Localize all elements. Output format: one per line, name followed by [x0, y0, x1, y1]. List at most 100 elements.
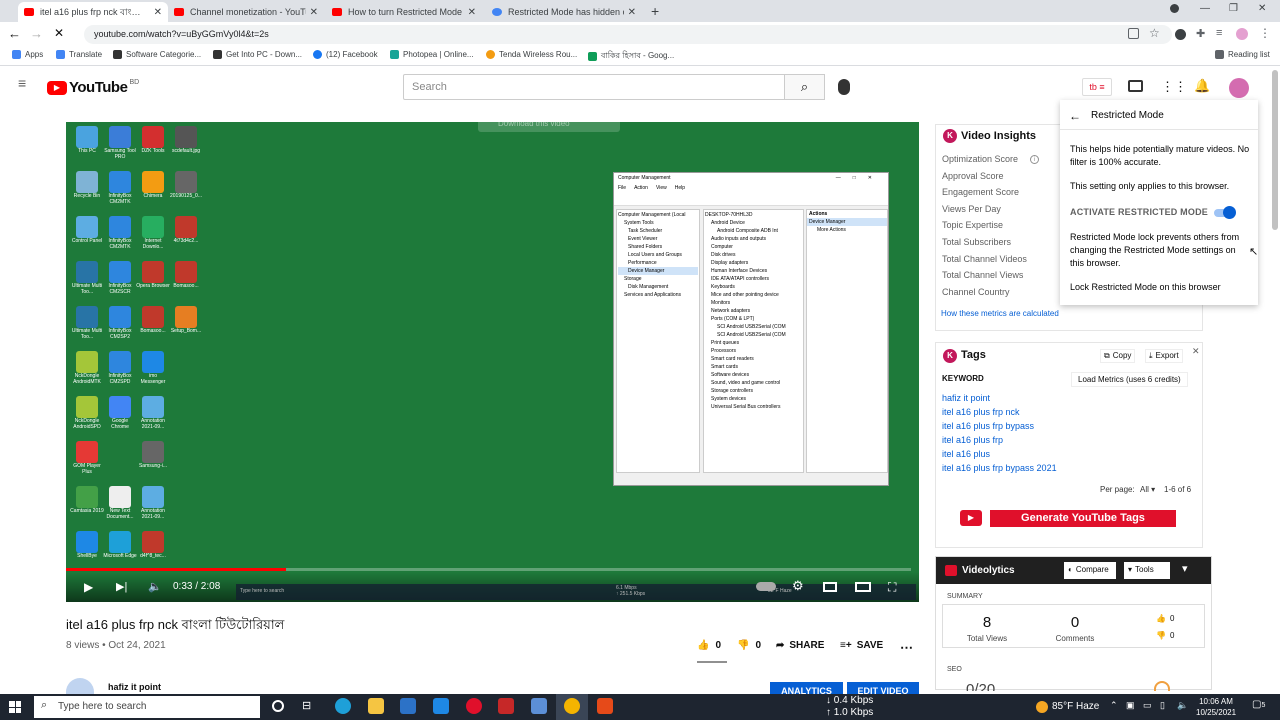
taskbar-search-box[interactable]: ⌕ Type here to search	[34, 696, 260, 718]
dislike-button[interactable]: 👎 0	[737, 640, 761, 651]
tag-item[interactable]: itel a16 plus	[942, 449, 1057, 463]
extensions-puzzle-icon[interactable]: ✚	[1196, 27, 1205, 40]
stop-icon[interactable]: ✕	[54, 26, 64, 40]
export-button[interactable]: ⤓ Export	[1145, 349, 1183, 363]
close-window-icon[interactable]: ✕	[1258, 3, 1266, 14]
edge-icon[interactable]	[335, 698, 351, 714]
restricted-mode-toggle[interactable]	[1214, 206, 1236, 219]
tag-item[interactable]: itel a16 plus frp bypass	[942, 421, 1057, 435]
compare-button[interactable]: ◐ Compare	[1064, 562, 1116, 579]
edit-video-button[interactable]: EDIT VIDEO	[847, 682, 919, 694]
apps-grid-icon[interactable]: ⋮⋮	[1161, 79, 1187, 95]
settings-gear-icon[interactable]: ⚙	[792, 578, 804, 594]
restore-icon[interactable]: ❐	[1229, 3, 1238, 14]
close-tab-icon[interactable]: ✕	[150, 7, 162, 18]
tag-item[interactable]: itel a16 plus frp bypass 2021	[942, 463, 1057, 477]
weather-text[interactable]: 85°F Haze	[1052, 701, 1099, 712]
generate-tags-button[interactable]: Generate YouTube Tags	[990, 510, 1176, 527]
close-tab-icon[interactable]: ✕	[624, 7, 636, 18]
notification-center-button[interactable]: ▢5	[1252, 699, 1265, 710]
show-hidden-icons[interactable]: ⌃	[1110, 700, 1118, 711]
tab-restricted-howto[interactable]: How to turn Restricted Mode on ✕	[326, 2, 482, 22]
bookmark-apps[interactable]: Apps	[12, 50, 43, 59]
clock[interactable]: 10:06 AM 10/25/2021	[1196, 696, 1236, 718]
tab-monetization[interactable]: Channel monetization - YouTube ✕	[168, 2, 324, 22]
profile-avatar[interactable]	[1236, 28, 1248, 40]
windows-start-icon[interactable]	[9, 701, 21, 713]
address-bar[interactable]: youtube.com/watch?v=uByGGmVy0l4&t=2s	[84, 25, 1172, 44]
close-tab-icon[interactable]: ✕	[306, 7, 318, 18]
lock-restricted-link[interactable]: Lock Restricted Mode on this browser	[1070, 282, 1221, 292]
bookmark-facebook[interactable]: (12) Facebook	[313, 50, 378, 59]
next-button[interactable]: ▶|	[116, 580, 127, 593]
extension-k-icon[interactable]	[1175, 29, 1186, 40]
channel-name[interactable]: hafiz it point	[108, 682, 161, 692]
back-icon[interactable]: ←	[8, 26, 21, 41]
bookmark-software[interactable]: Software Categorie...	[113, 50, 201, 59]
camtasia-icon[interactable]	[597, 698, 613, 714]
channel-avatar[interactable]	[1229, 78, 1249, 98]
volume-icon[interactable]: 🔈	[148, 580, 162, 593]
weather-icon[interactable]	[1036, 701, 1048, 713]
play-button[interactable]: ▶	[84, 580, 93, 594]
back-arrow-icon[interactable]: ←	[1069, 109, 1081, 123]
tag-item[interactable]: hafiz it point	[942, 393, 1057, 407]
tubebuddy-menu-icon[interactable]: tb ≡	[1082, 78, 1112, 96]
cortana-icon[interactable]	[272, 700, 284, 712]
copy-button[interactable]: ⧉ Copy	[1100, 349, 1136, 363]
install-icon[interactable]	[1128, 28, 1139, 39]
info-icon[interactable]: i	[1030, 155, 1039, 164]
volume-icon[interactable]: 🔈	[1177, 700, 1188, 711]
close-tab-icon[interactable]: ✕	[464, 7, 476, 18]
reading-list[interactable]: Reading list	[1215, 50, 1270, 59]
computer-management-icon[interactable]	[531, 698, 547, 714]
collapse-icon[interactable]: ▾	[1182, 562, 1188, 575]
tab-current[interactable]: itel a16 plus frp nck বাংলা টিউটোরিয়াল …	[18, 2, 168, 22]
bookmark-photopea[interactable]: Photopea | Online...	[390, 50, 474, 59]
microphone-icon[interactable]	[838, 79, 850, 95]
forward-icon[interactable]: →	[30, 26, 43, 41]
notifications-bell-icon[interactable]: 🔔	[1194, 78, 1210, 94]
mail-icon[interactable]	[433, 698, 449, 714]
autoplay-toggle[interactable]	[756, 582, 776, 591]
more-actions-icon[interactable]: ⋯	[900, 640, 913, 656]
new-tab-button[interactable]: +	[651, 3, 659, 19]
bookmark-tenda[interactable]: Tenda Wireless Rou...	[486, 50, 577, 59]
share-button[interactable]: ➦ SHARE	[776, 640, 824, 651]
search-button[interactable]: ⌕	[785, 74, 825, 100]
channel-avatar[interactable]	[66, 678, 94, 694]
miniplayer-icon[interactable]	[823, 582, 837, 592]
tag-item[interactable]: itel a16 plus frp	[942, 435, 1057, 449]
task-view-icon[interactable]: ⊟	[302, 699, 311, 712]
network-icon[interactable]: ▯	[1160, 700, 1165, 711]
search-input[interactable]: Search	[403, 74, 785, 100]
per-page-select[interactable]: All ▾	[1140, 485, 1155, 494]
bookmark-sheet[interactable]: বাকির হিসাব - Goog...	[588, 50, 674, 63]
hamburger-menu-icon[interactable]: ≡	[18, 76, 26, 90]
media-control-icon[interactable]: ≡	[1216, 27, 1222, 39]
bookmark-star-icon[interactable]: ☆	[1149, 26, 1160, 40]
download-video-overlay[interactable]: Download this video	[478, 122, 620, 132]
bookmark-getintopc[interactable]: Get Into PC - Down...	[213, 50, 302, 59]
analytics-button[interactable]: ANALYTICS	[770, 682, 843, 694]
tab-restricted-hidden[interactable]: Restricted Mode has hidden con ✕	[486, 2, 642, 22]
close-icon[interactable]: ✕	[1192, 346, 1200, 357]
tray-app-icon[interactable]: ▣	[1126, 700, 1135, 711]
youtube-logo[interactable]: ▶ YouTube BD	[47, 79, 139, 96]
chrome-icon[interactable]	[564, 698, 580, 714]
bookmark-translate[interactable]: Translate	[56, 50, 102, 59]
like-button[interactable]: 👍 0	[697, 640, 721, 651]
tools-button[interactable]: ▾ Tools	[1124, 562, 1170, 579]
menu-kebab-icon[interactable]: ⋮	[1259, 26, 1271, 40]
tag-item[interactable]: itel a16 plus frp nck	[942, 407, 1057, 421]
theater-mode-icon[interactable]	[855, 582, 871, 592]
create-video-icon[interactable]	[1128, 80, 1143, 92]
opera-icon[interactable]	[466, 698, 482, 714]
save-button[interactable]: ≡+ SAVE	[840, 640, 883, 651]
fullscreen-icon[interactable]: ⛶	[888, 580, 896, 595]
metrics-link[interactable]: How these metrics are calculated	[941, 309, 1059, 318]
file-explorer-icon[interactable]	[368, 698, 384, 714]
load-metrics-button[interactable]: Load Metrics (uses 6 credits)	[1071, 372, 1188, 387]
app-red-icon[interactable]	[498, 698, 514, 714]
minimize-icon[interactable]: —	[1200, 3, 1210, 14]
